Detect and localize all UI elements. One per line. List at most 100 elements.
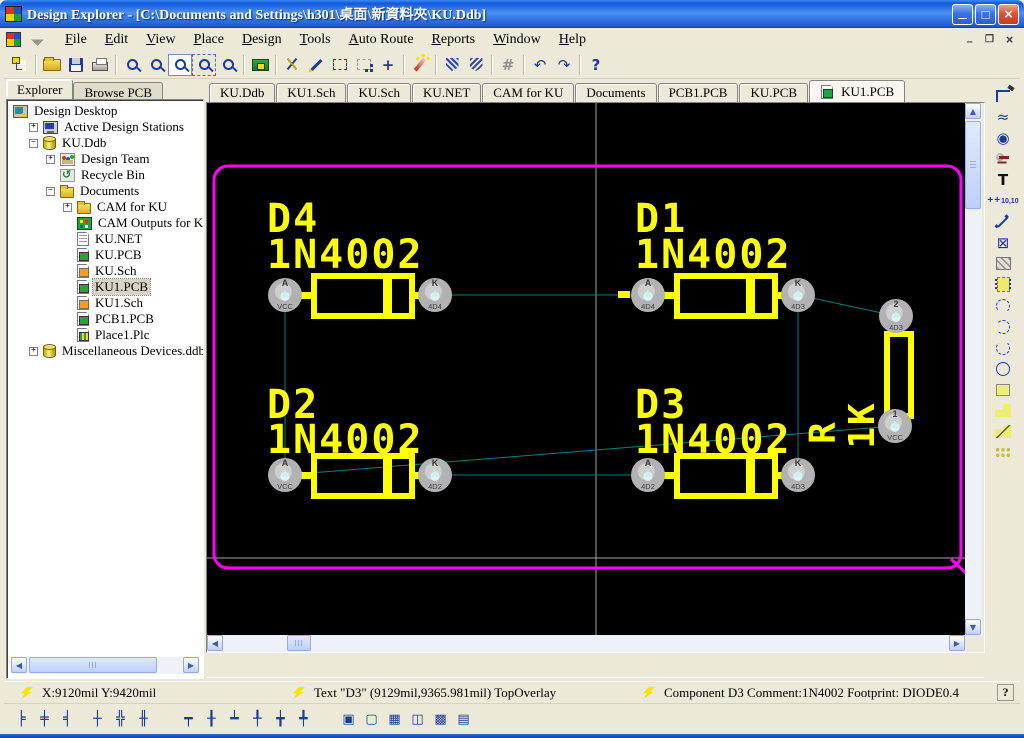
diode-body-D4[interactable] xyxy=(311,273,415,319)
tree-item-place1-plc[interactable]: Place1.Plc xyxy=(7,327,203,343)
align-left-icon[interactable]: ╞ xyxy=(10,708,33,730)
tree-item-pcb1-pcb[interactable]: PCB1.PCB xyxy=(7,311,203,327)
place-polygon-cutout-icon[interactable]: ⊠ xyxy=(991,232,1015,253)
grid-icon[interactable]: # xyxy=(496,54,520,76)
distribute-horizontal-icon[interactable]: ┼ xyxy=(86,708,109,730)
align-bottom-icon[interactable]: ┷ xyxy=(223,708,246,730)
scroll-left-button[interactable] xyxy=(11,657,27,673)
document-tab-ku-ddb[interactable]: KU.Ddb xyxy=(209,83,275,102)
arc-by-edge-icon[interactable] xyxy=(991,295,1015,316)
tree-expander-plus[interactable] xyxy=(29,123,38,132)
placement-array-icon[interactable]: ▤ xyxy=(452,708,475,730)
place-coordinate-icon[interactable]: 10,10 xyxy=(991,190,1015,211)
distribute-vertical-icon[interactable]: ╀ xyxy=(246,708,269,730)
context-help-button[interactable]: ? xyxy=(997,684,1014,701)
pad-D2-K[interactable]: K4D2 xyxy=(418,458,452,492)
zoom-area-icon[interactable] xyxy=(192,54,216,76)
align-middle-icon[interactable]: ╂ xyxy=(200,708,223,730)
place-component-icon[interactable] xyxy=(991,274,1015,295)
cut-icon[interactable] xyxy=(280,54,304,76)
mdi-minimize-button[interactable] xyxy=(961,32,978,47)
canvas-horizontal-scrollbar[interactable] xyxy=(207,635,965,652)
silkscreen-value-D1[interactable]: 1N4002 xyxy=(635,235,792,275)
tree-item-active-design-stations[interactable]: Active Design Stations xyxy=(7,119,203,135)
tree-expander-minus[interactable] xyxy=(29,139,38,148)
place-fill-icon[interactable] xyxy=(991,379,1015,400)
tree-item-ku-net[interactable]: KU.NET xyxy=(7,231,203,247)
help-icon[interactable]: ? xyxy=(584,54,608,76)
menu-design[interactable]: Design xyxy=(233,30,291,50)
mdi-document-icon[interactable] xyxy=(6,32,21,47)
decrease-horizontal-spacing-icon[interactable]: ╫ xyxy=(132,708,155,730)
tree-item-cam-outputs-for-ku[interactable]: CAM Outputs for KU xyxy=(7,215,203,231)
zoom-document-icon[interactable] xyxy=(168,54,192,76)
highlight-icon[interactable] xyxy=(304,54,328,76)
deselect-icon[interactable] xyxy=(352,54,376,76)
tree-item-recycle-bin[interactable]: Recycle Bin xyxy=(7,167,203,183)
keepout-boundary[interactable] xyxy=(214,166,961,568)
pad-D4-K[interactable]: K4D4 xyxy=(418,278,452,312)
menu-view[interactable]: View xyxy=(137,30,185,50)
tree-expander-minus[interactable] xyxy=(46,187,55,196)
align-top-icon[interactable]: ┯ xyxy=(177,708,200,730)
document-tab-cam-for-ku[interactable]: CAM for KU xyxy=(482,83,574,102)
pad-D3-A[interactable]: A4D2 xyxy=(631,458,665,492)
zoom-in-icon[interactable] xyxy=(120,54,144,76)
pad-R-2[interactable]: 24D3 xyxy=(879,299,913,333)
pad-D4-A[interactable]: AVCC xyxy=(268,278,302,312)
arrange-on-grid-icon[interactable]: ▦ xyxy=(383,708,406,730)
tree-item-ku-ddb[interactable]: KU.Ddb xyxy=(7,135,203,151)
menu-tools[interactable]: Tools xyxy=(291,30,340,50)
scroll-thumb[interactable] xyxy=(287,635,311,651)
zoom-point-icon[interactable] xyxy=(216,54,240,76)
tree-item-documents[interactable]: Documents xyxy=(7,183,203,199)
component-grid-icon[interactable]: ◫ xyxy=(406,708,429,730)
pad-D3-K[interactable]: K4D3 xyxy=(781,458,815,492)
tree-expander-plus[interactable] xyxy=(46,155,55,164)
select-area-icon[interactable] xyxy=(328,54,352,76)
canvas-vertical-scrollbar[interactable] xyxy=(965,103,982,635)
menu-help[interactable]: Help xyxy=(550,30,595,50)
document-tab-ku-pcb[interactable]: KU.PCB xyxy=(739,83,808,102)
maximize-button[interactable] xyxy=(975,4,996,25)
tree-item-ku1-sch[interactable]: KU1.Sch xyxy=(7,295,203,311)
diode-body-D2[interactable] xyxy=(311,453,415,499)
move-cross-icon[interactable]: + xyxy=(376,54,400,76)
panel-tab-browse-pcb[interactable]: Browse PCB xyxy=(73,82,163,99)
wand-icon[interactable] xyxy=(408,54,432,76)
pad-array-icon[interactable] xyxy=(991,442,1015,463)
redo-icon[interactable]: ↷ xyxy=(552,54,576,76)
diode-body-D3[interactable] xyxy=(674,453,778,499)
polygon-unfill-icon[interactable] xyxy=(464,54,488,76)
place-dimension-icon[interactable] xyxy=(991,211,1015,232)
arc-by-angle-icon[interactable] xyxy=(991,337,1015,358)
split-plane-icon[interactable] xyxy=(991,421,1015,442)
increase-horizontal-spacing-icon[interactable]: ╬ xyxy=(109,708,132,730)
silkscreen-ref-R[interactable]: R xyxy=(806,420,842,444)
scroll-right-button[interactable] xyxy=(949,635,965,651)
document-tab-ku1-pcb[interactable]: KU1.PCB xyxy=(809,80,905,102)
menu-window[interactable]: Window xyxy=(484,30,550,50)
document-tab-documents[interactable]: Documents xyxy=(575,83,656,102)
menu-place[interactable]: Place xyxy=(185,30,233,50)
pad-D1-A[interactable]: A4D4 xyxy=(631,278,665,312)
full-circle-icon[interactable] xyxy=(991,358,1015,379)
increase-vertical-spacing-icon[interactable]: ╈ xyxy=(269,708,292,730)
scroll-right-button[interactable] xyxy=(183,657,199,673)
print-icon[interactable] xyxy=(88,54,112,76)
explorer-horizontal-scrollbar[interactable] xyxy=(11,657,199,674)
tree-item-ku-sch[interactable]: KU.Sch xyxy=(7,263,203,279)
tree-expander-plus[interactable] xyxy=(63,203,72,212)
interactive-routing-icon[interactable] xyxy=(991,85,1015,106)
tree-item-ku-pcb[interactable]: KU.PCB xyxy=(7,247,203,263)
open-document-icon[interactable] xyxy=(40,54,64,76)
place-pad-icon[interactable]: ◉ xyxy=(991,127,1015,148)
place-string-icon[interactable]: T xyxy=(991,169,1015,190)
polygon-fill-icon[interactable] xyxy=(440,54,464,76)
document-tab-ku-sch[interactable]: KU.Sch xyxy=(347,83,411,102)
pad-D1-K[interactable]: K4D3 xyxy=(781,278,815,312)
arc-by-center-icon[interactable] xyxy=(991,316,1015,337)
scroll-thumb[interactable] xyxy=(29,657,157,673)
tree-item-design-desktop[interactable]: Design Desktop xyxy=(7,103,203,119)
align-center-horizontal-icon[interactable]: ╪ xyxy=(33,708,56,730)
